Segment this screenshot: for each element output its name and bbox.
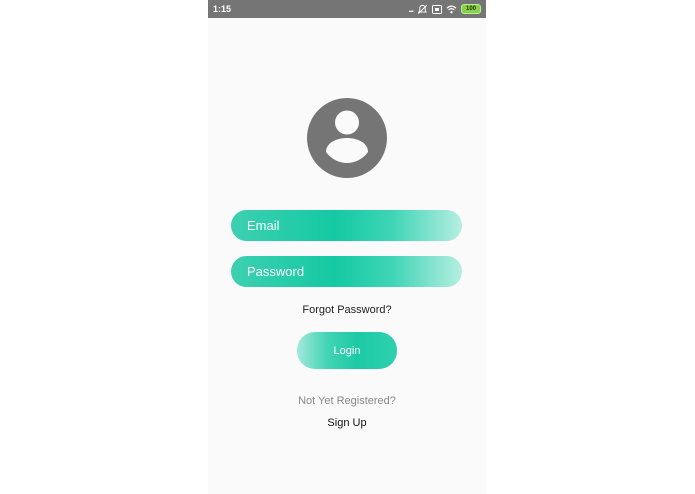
muted-icon (417, 4, 428, 14)
wifi-icon (446, 5, 457, 13)
email-field[interactable] (231, 210, 462, 241)
password-input[interactable] (247, 264, 447, 279)
status-bar: 1:15 ... 100 (208, 0, 486, 18)
sim-icon (432, 4, 442, 14)
sign-up-link[interactable]: Sign Up (208, 416, 486, 430)
email-input[interactable] (247, 218, 447, 233)
status-icons: ... 100 (408, 3, 481, 15)
account-circle-icon (307, 98, 387, 178)
battery-icon: 100 (461, 4, 481, 14)
phone-screen: 1:15 ... 100 Forgot P (208, 0, 486, 494)
more-dots-icon: ... (408, 4, 413, 14)
status-time: 1:15 (213, 4, 232, 14)
password-field[interactable] (231, 256, 462, 287)
not-registered-label: Not Yet Registered? (298, 395, 396, 407)
forgot-password-link[interactable]: Forgot Password? (208, 303, 486, 317)
login-button[interactable]: Login (297, 332, 397, 369)
